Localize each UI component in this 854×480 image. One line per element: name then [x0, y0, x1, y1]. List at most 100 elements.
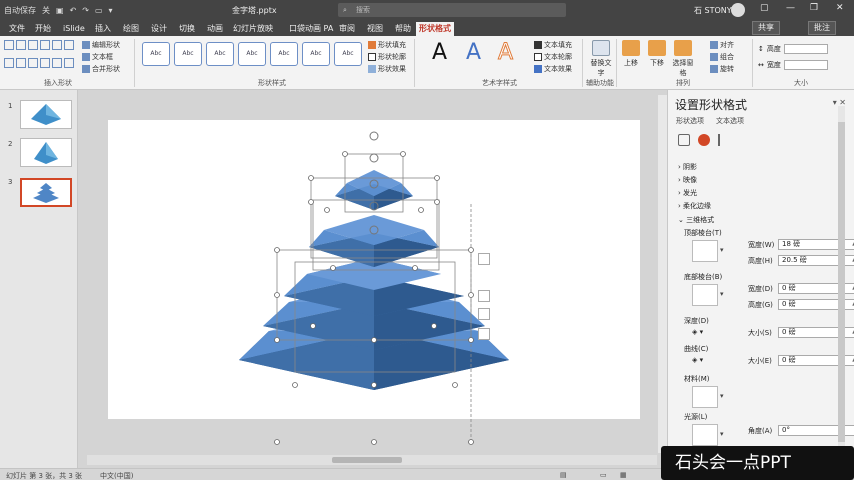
tab-pocket-animation[interactable]: 口袋动画 PA [286, 22, 336, 36]
style-icon[interactable] [478, 308, 490, 320]
rotate-button[interactable]: 旋转 [710, 64, 734, 74]
tab-file[interactable]: 文件 [6, 22, 28, 36]
shape-style-5[interactable]: Abc [270, 42, 298, 66]
pyramid-level-1[interactable] [335, 170, 413, 210]
tab-animations[interactable]: 动画 [204, 22, 226, 36]
shape-gallery[interactable] [4, 40, 76, 74]
shape-fill-button[interactable]: 形状填充 [368, 40, 406, 50]
shape-outline-button[interactable]: 形状轮廓 [368, 52, 406, 62]
tab-design[interactable]: 设计 [148, 22, 170, 36]
tab-draw[interactable]: 绘图 [120, 22, 142, 36]
shape-style-7[interactable]: Abc [334, 42, 362, 66]
share-button[interactable]: 共享 [752, 21, 780, 35]
tab-islide[interactable]: iSlide [60, 22, 88, 36]
scroll-thumb[interactable] [332, 457, 402, 463]
tab-review[interactable]: 审阅 [336, 22, 358, 36]
size-properties-icon[interactable] [718, 134, 730, 146]
redo-icon[interactable]: ↷ [82, 6, 89, 15]
avatar[interactable] [731, 3, 745, 17]
wordart-orange-outline[interactable]: A [497, 40, 513, 66]
shape-style-6[interactable]: Abc [302, 42, 330, 66]
section-3d-format[interactable]: ⌄ 三维格式 [678, 215, 714, 225]
rectangle-shape-icon[interactable] [28, 40, 38, 50]
layout-options-icon[interactable] [478, 253, 490, 265]
tab-help[interactable]: 帮助 [392, 22, 414, 36]
section-reflection[interactable]: › 映像 [678, 175, 697, 185]
rectangle-shape-icon[interactable] [64, 40, 74, 50]
wordart-blue[interactable]: A [466, 40, 481, 65]
user-name[interactable]: 石 STONY [694, 5, 732, 16]
section-shadow[interactable]: › 阴影 [678, 162, 697, 172]
ribbon-display-icon[interactable]: ▢ [760, 3, 769, 13]
tab-shape-options[interactable]: 形状选项 [676, 116, 704, 126]
depth-color-button[interactable]: ◈ ▾ [692, 328, 703, 336]
pyramid-level-2[interactable] [309, 215, 439, 267]
undo-icon[interactable]: ↶ [70, 6, 77, 15]
start-slideshow-icon[interactable]: ▭ [95, 6, 103, 15]
slide-thumbnail-2[interactable] [20, 138, 72, 167]
notes-icon[interactable]: ▤ [560, 471, 567, 479]
close-icon[interactable]: ✕ [836, 3, 844, 13]
alt-text-button[interactable]: 替换文字 [588, 40, 614, 78]
shape-style-2[interactable]: Abc [174, 42, 202, 66]
comments-button[interactable]: 批注 [808, 21, 836, 35]
tab-text-options[interactable]: 文本选项 [716, 116, 744, 126]
language-indicator[interactable]: 中文(中国) [100, 471, 133, 480]
tab-insert[interactable]: 插入 [92, 22, 114, 36]
shape-style-1[interactable]: Abc [142, 42, 170, 66]
format-icon[interactable] [478, 290, 490, 302]
autosave-toggle[interactable]: 关 [42, 5, 50, 16]
slide-thumbnail-3[interactable] [20, 178, 72, 207]
material-dropdown[interactable] [692, 386, 718, 408]
selection-pane-button[interactable]: 选择窗格 [670, 40, 696, 78]
vertical-scrollbar[interactable] [658, 95, 667, 453]
text-outline-button[interactable]: 文本轮廓 [534, 52, 572, 62]
save-icon[interactable]: ▣ [56, 6, 64, 15]
slide-thumbnail-1[interactable] [20, 100, 72, 129]
shape-style-3[interactable]: Abc [206, 42, 234, 66]
pane-scrollbar[interactable] [838, 106, 845, 450]
text-box-button[interactable]: 文本框 [82, 52, 113, 62]
text-effects-button[interactable]: 文本效果 [534, 64, 572, 74]
horizontal-scrollbar[interactable] [87, 455, 657, 465]
autosave-label[interactable]: 自动保存 [4, 5, 36, 16]
rectangle-shape-icon[interactable] [64, 57, 74, 68]
document-title[interactable]: 金字塔.pptx [232, 5, 277, 16]
tab-view[interactable]: 视图 [364, 22, 386, 36]
rectangle-shape-icon[interactable] [28, 57, 38, 68]
fill-line-icon[interactable] [678, 134, 690, 146]
rectangle-shape-icon[interactable] [52, 40, 62, 50]
wordart-black[interactable]: A [432, 40, 447, 65]
rectangle-shape-icon[interactable] [40, 40, 50, 50]
bring-forward-button[interactable]: 上移 [618, 40, 644, 68]
shape-style-4[interactable]: Abc [238, 42, 266, 66]
filter-icon[interactable] [478, 328, 490, 340]
tab-home[interactable]: 开始 [32, 22, 54, 36]
tab-shape-format[interactable]: 形状格式 [416, 22, 454, 36]
section-glow[interactable]: › 发光 [678, 188, 697, 198]
shape-width-input[interactable] [783, 60, 828, 70]
dropdown-arrow-icon[interactable]: ▾ [720, 290, 724, 298]
align-button[interactable]: 对齐 [710, 40, 734, 50]
text-fill-button[interactable]: 文本填充 [534, 40, 572, 50]
dropdown-arrow-icon[interactable]: ▾ [720, 430, 724, 438]
maximize-icon[interactable]: ❐ [810, 3, 818, 13]
merge-shapes-button[interactable]: 合并形状 [82, 64, 120, 74]
edit-shape-button[interactable]: 编辑形状 [82, 40, 120, 50]
rectangle-shape-icon[interactable] [4, 57, 14, 68]
shape-height-input[interactable] [783, 44, 828, 54]
contour-color-button[interactable]: ◈ ▾ [692, 356, 703, 364]
rectangle-shape-icon[interactable] [4, 40, 14, 50]
tab-transitions[interactable]: 切换 [176, 22, 198, 36]
tab-slideshow[interactable]: 幻灯片放映 [230, 22, 276, 36]
customize-toolbar-icon[interactable]: ▾ [109, 6, 113, 15]
section-soft-edges[interactable]: › 柔化边缘 [678, 201, 711, 211]
rectangle-shape-icon[interactable] [40, 57, 50, 68]
rectangle-shape-icon[interactable] [16, 40, 26, 50]
group-button[interactable]: 组合 [710, 52, 734, 62]
rectangle-shape-icon[interactable] [16, 57, 26, 68]
search-box[interactable]: ⌕ 搜索 [338, 3, 566, 17]
pyramid-drawing[interactable] [79, 90, 667, 455]
bottom-bevel-dropdown[interactable] [692, 284, 718, 306]
minimize-icon[interactable]: — [786, 3, 795, 13]
